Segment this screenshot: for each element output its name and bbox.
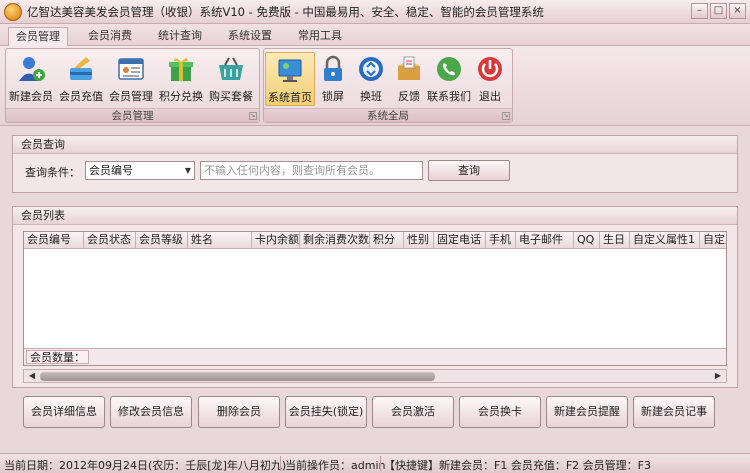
column-custom-2[interactable]: 自定义 (700, 232, 726, 248)
phone-icon (434, 54, 464, 84)
member-list-panel: 会员列表 会员编号 会员状态 会员等级 姓名 卡内余额 剩余消费次数 积分 性别… (12, 206, 738, 388)
column-custom-1[interactable]: 自定义属性1 (630, 232, 700, 248)
edit-member-button[interactable]: 修改会员信息 (110, 396, 192, 428)
member-detail-button[interactable]: 会员详细信息 (23, 396, 105, 428)
power-icon (475, 54, 505, 84)
column-points[interactable]: 积分 (370, 232, 404, 248)
system-home-label: 系统首页 (268, 91, 312, 104)
horizontal-scrollbar[interactable]: ◀ ▶ (23, 369, 727, 383)
column-member-status[interactable]: 会员状态 (84, 232, 136, 248)
close-button[interactable]: × (729, 3, 746, 19)
exit-button[interactable]: 退出 (468, 52, 512, 106)
query-condition-select[interactable]: 会员编号 ▼ (85, 161, 195, 180)
query-button[interactable]: 查询 (428, 160, 510, 181)
member-manage-label: 会员管理 (109, 90, 153, 103)
member-group-label: 会员管理 (6, 108, 259, 122)
table-header: 会员编号 会员状态 会员等级 姓名 卡内余额 剩余消费次数 积分 性别 固定电话… (24, 232, 726, 249)
column-member-id[interactable]: 会员编号 (24, 232, 84, 248)
maximize-button[interactable]: □ (710, 3, 727, 19)
query-panel: 会员查询 查询条件： 会员编号 ▼ 不输入任何内容，则查询所有会员。 查询 (12, 135, 738, 193)
new-note-button[interactable]: 新建会员记事 (633, 396, 715, 428)
window-title: 亿智达美容美发会员管理（收银）系统V10 - 免费版 - 中国最易用、安全、稳定… (27, 4, 544, 19)
window-controls: – □ × (691, 3, 746, 19)
app-logo-icon (4, 2, 22, 21)
new-member-button[interactable]: 新建会员 (6, 52, 56, 106)
title-bar: 亿智达美容美发会员管理（收银）系统V10 - 免费版 - 中国最易用、安全、稳定… (0, 0, 750, 24)
status-shortcuts: 【快捷键】新建会员：F1 会员充值：F2 会员管理：F3 (384, 459, 651, 472)
column-qq[interactable]: QQ (574, 232, 600, 248)
member-table[interactable]: 会员编号 会员状态 会员等级 姓名 卡内余额 剩余消费次数 积分 性别 固定电话… (23, 231, 727, 366)
chevron-down-icon: ▼ (184, 166, 191, 175)
tab-system-settings[interactable]: 系统设置 (220, 27, 280, 46)
ribbon: 新建会员 会员充值 会员管理 积分兑换 购买套餐 会员管理 ↘ 系统首页 锁屏 … (0, 46, 750, 126)
column-remaining-visits[interactable]: 剩余消费次数 (300, 232, 370, 248)
add-user-icon (16, 54, 46, 84)
buy-package-button[interactable]: 购买套餐 (206, 52, 256, 106)
feedback-box-icon (394, 54, 424, 84)
status-separator (280, 456, 281, 471)
points-exchange-label: 积分兑换 (159, 90, 203, 103)
scroll-left-icon[interactable]: ◀ (25, 370, 39, 382)
column-email[interactable]: 电子邮件 (516, 232, 574, 248)
scrollbar-thumb[interactable] (40, 372, 435, 381)
status-operator: 当前操作员：admin (285, 459, 386, 472)
column-balance[interactable]: 卡内余额 (252, 232, 300, 248)
dialog-launcher-icon[interactable]: ↘ (249, 112, 257, 120)
query-row: 查询条件： 会员编号 ▼ 不输入任何内容，则查询所有会员。 查询 (13, 160, 737, 182)
contact-us-label: 联系我们 (427, 90, 471, 103)
status-bar: 当前日期：2012年09月24日(农历：壬辰[龙]年八月初九) 当前操作员：ad… (0, 453, 750, 473)
lock-icon (318, 54, 348, 84)
member-count-label: 会员数量： (26, 350, 89, 364)
home-monitor-icon (275, 55, 305, 85)
shift-swap-icon (356, 54, 386, 84)
scroll-right-icon[interactable]: ▶ (711, 370, 725, 382)
recharge-icon (66, 54, 96, 84)
ribbon-group-system: 系统首页 锁屏 换班 反馈 联系我们 退出 系统全局 ↘ (263, 48, 513, 123)
query-condition-value: 会员编号 (89, 164, 133, 177)
points-exchange-button[interactable]: 积分兑换 (156, 52, 206, 106)
buy-package-label: 购买套餐 (209, 90, 253, 103)
column-name[interactable]: 姓名 (188, 232, 252, 248)
report-loss-button[interactable]: 会员挂失(锁定) (285, 396, 367, 428)
delete-member-button[interactable]: 删除会员 (198, 396, 280, 428)
tab-member-consumption[interactable]: 会员消费 (80, 27, 140, 46)
column-mobile[interactable]: 手机 (486, 232, 516, 248)
exit-label: 退出 (479, 90, 501, 103)
column-birthday[interactable]: 生日 (600, 232, 630, 248)
query-condition-label: 查询条件： (25, 166, 80, 179)
tab-tools[interactable]: 常用工具 (290, 27, 350, 46)
query-input[interactable]: 不输入任何内容，则查询所有会员。 (200, 161, 423, 180)
new-member-label: 新建会员 (9, 90, 53, 103)
member-list-title: 会员列表 (13, 207, 737, 225)
column-gender[interactable]: 性别 (404, 232, 434, 248)
contact-us-button[interactable]: 联系我们 (424, 52, 474, 106)
dialog-launcher-icon[interactable]: ↘ (502, 112, 510, 120)
change-card-button[interactable]: 会员换卡 (459, 396, 541, 428)
system-group-label: 系统全局 (264, 108, 512, 122)
shopping-basket-icon (216, 54, 246, 84)
action-bar: 会员详细信息 修改会员信息 删除会员 会员挂失(锁定) 会员激活 会员换卡 新建… (12, 393, 738, 435)
query-panel-title: 会员查询 (13, 136, 737, 154)
tab-statistics[interactable]: 统计查询 (150, 27, 210, 46)
activate-member-button[interactable]: 会员激活 (372, 396, 454, 428)
new-reminder-button[interactable]: 新建会员提醒 (546, 396, 628, 428)
ribbon-tabs: 会员管理 会员消费 统计查询 系统设置 常用工具 (0, 24, 750, 46)
tab-member-management[interactable]: 会员管理 (8, 27, 68, 46)
status-date: 当前日期：2012年09月24日(农历：壬辰[龙]年八月初九) (4, 459, 287, 472)
table-footer: 会员数量： (24, 348, 726, 365)
ribbon-group-member: 新建会员 会员充值 会员管理 积分兑换 购买套餐 会员管理 ↘ (5, 48, 260, 123)
status-separator (380, 456, 381, 471)
member-recharge-label: 会员充值 (59, 90, 103, 103)
gift-icon (166, 54, 196, 84)
member-recharge-button[interactable]: 会员充值 (56, 52, 106, 106)
column-member-level[interactable]: 会员等级 (136, 232, 188, 248)
column-phone[interactable]: 固定电话 (434, 232, 486, 248)
minimize-button[interactable]: – (691, 3, 708, 19)
member-card-icon (116, 54, 146, 84)
member-manage-button[interactable]: 会员管理 (106, 52, 156, 106)
